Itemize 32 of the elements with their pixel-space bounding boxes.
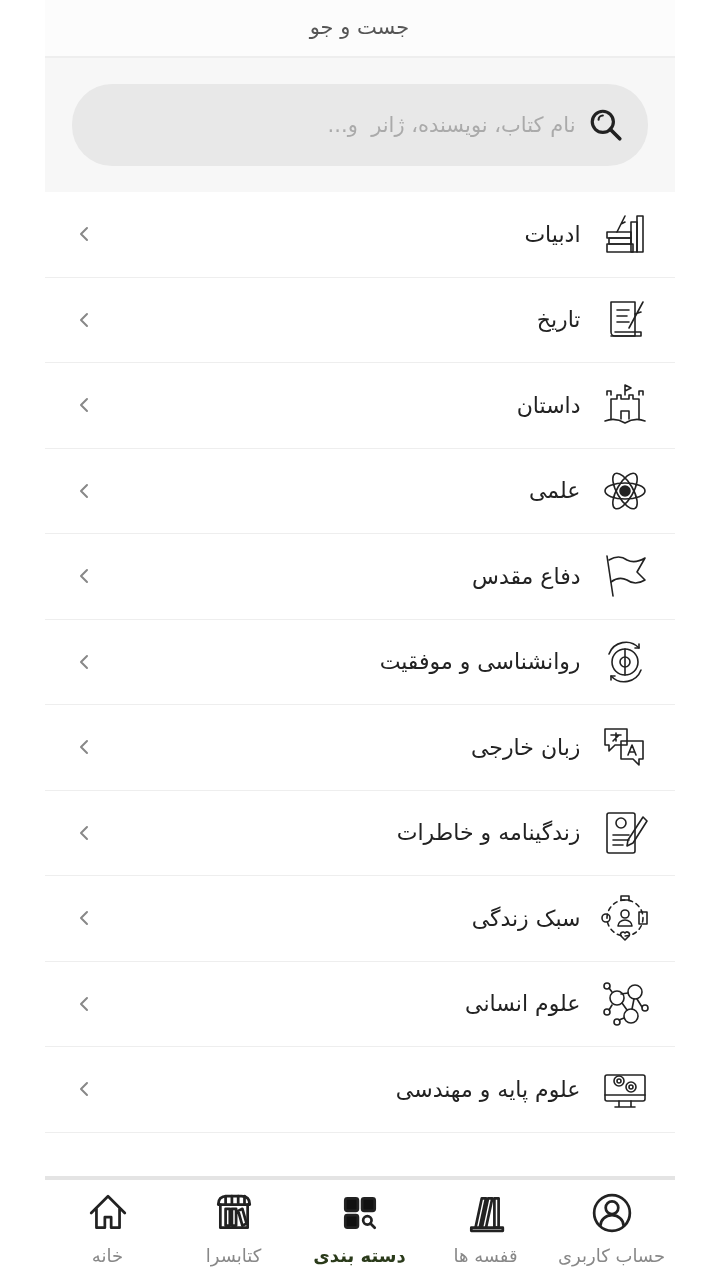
- category-label: علمی: [528, 477, 581, 506]
- nav-tab[interactable]: خانه: [44, 1180, 171, 1280]
- nav-tab[interactable]: کتابسرا: [170, 1180, 297, 1280]
- search-field[interactable]: نام کتاب، نویسنده، ژانر و...: [71, 84, 648, 166]
- category-item[interactable]: ادبیات: [44, 192, 675, 278]
- category-label: داستان: [515, 391, 581, 420]
- category-label: سبک زندگی: [470, 904, 581, 933]
- category-item[interactable]: زندگینامه و خاطرات: [44, 790, 675, 876]
- category-item[interactable]: دفاع مقدس: [44, 534, 675, 620]
- nav-tab[interactable]: قفسه ها: [422, 1180, 549, 1280]
- category-item[interactable]: سبک زندگی: [44, 876, 675, 962]
- category-item[interactable]: داستان: [44, 363, 675, 449]
- category-item[interactable]: تاریخ: [44, 277, 675, 363]
- category-label: علوم پایه و مهندسی: [394, 1075, 581, 1105]
- people-network-icon: [600, 979, 649, 1028]
- category-label: زبان خارجی: [470, 733, 581, 762]
- category-item[interactable]: علوم انسانی: [44, 961, 675, 1047]
- category-label: دفاع مقدس: [471, 562, 581, 591]
- nav-tab[interactable]: حساب کاربری: [548, 1180, 675, 1280]
- category-item[interactable]: روانشناسی و موفقیت: [44, 619, 675, 705]
- page-title: جست و جو: [309, 14, 410, 42]
- category-item[interactable]: زبان خارجی: [44, 705, 675, 791]
- category-label: روانشناسی و موفقیت: [378, 648, 581, 677]
- lifestyle-icon: [600, 894, 649, 943]
- category-label: تاریخ: [535, 306, 581, 335]
- category-item[interactable]: علمی: [44, 448, 675, 534]
- category-label: زندگینامه و خاطرات: [395, 819, 581, 848]
- category-item[interactable]: علوم پایه و مهندسی: [44, 1047, 675, 1133]
- category-label: ادبیات: [523, 220, 581, 249]
- category-label: علوم انسانی: [464, 990, 581, 1019]
- nav-tab[interactable]: دسته بندی: [296, 1180, 423, 1280]
- user-icon: [590, 1191, 633, 1234]
